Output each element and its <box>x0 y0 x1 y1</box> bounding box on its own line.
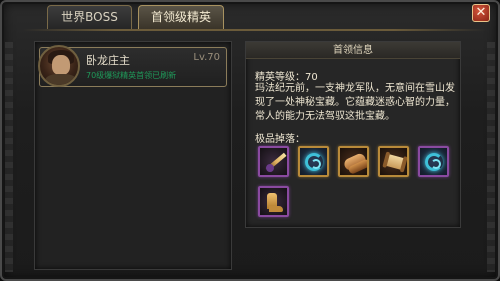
tab-world-boss[interactable]: 世界BOSS <box>47 5 132 29</box>
boss-list-panel: 卧龙庄主 Lv.70 70级爆狱精英首领已刷新 <box>34 41 232 270</box>
scroll-parchment-icon <box>384 153 406 171</box>
drop-item[interactable] <box>258 186 289 217</box>
drop-item[interactable] <box>418 146 449 177</box>
panel-title: 首领信息 <box>246 42 460 59</box>
drop-item[interactable] <box>298 146 329 177</box>
drop-item[interactable] <box>338 146 369 177</box>
boot-icon <box>267 193 283 212</box>
elite-level: 精英等级：70 <box>255 72 318 83</box>
drop-item[interactable] <box>378 146 409 177</box>
boss-name: 卧龙庄主 <box>86 54 130 67</box>
boss-description: 玛法纪元前，一支神龙军队，无意间在雪山发现了一处神秘宝藏。它蕴藏迷惑心智的力量，… <box>255 83 455 122</box>
drop-item[interactable] <box>258 146 289 177</box>
scroll-roll-icon <box>342 151 367 173</box>
swirl-orb-icon <box>425 153 443 171</box>
boss-status: 70级爆狱精英首领已刷新 <box>86 71 177 80</box>
boss-info-panel: 首领信息 精英等级：70 玛法纪元前，一支神龙军队，无意间在雪山发现了一处神秘宝… <box>245 41 461 228</box>
close-button[interactable]: ✕ <box>472 4 490 22</box>
drops-label: 极品掉落： <box>255 134 305 145</box>
frame-ornament-left <box>5 42 13 272</box>
frame-ornament-right <box>487 42 495 272</box>
close-icon: ✕ <box>475 5 487 20</box>
boss-list-item[interactable]: 卧龙庄主 Lv.70 70级爆狱精英首领已刷新 <box>38 45 227 87</box>
tab-divider <box>22 29 486 31</box>
swirl-orb-icon <box>305 153 323 171</box>
boss-level: Lv.70 <box>193 52 220 63</box>
warrior-portrait-icon <box>38 45 80 87</box>
tab-boss-elite[interactable]: 首领级精英 <box>138 5 224 29</box>
